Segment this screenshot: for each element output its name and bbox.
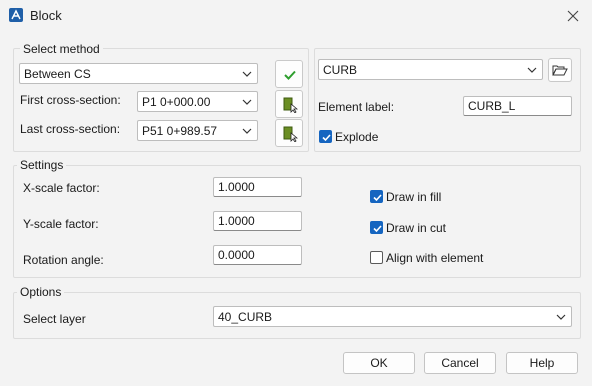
element-label-caption: Element label:	[318, 100, 395, 114]
last-cs-value: P51 0+989.57	[142, 124, 218, 138]
last-cs-label: Last cross-section:	[20, 122, 121, 136]
y-scale-input[interactable]	[214, 212, 301, 230]
help-button[interactable]: Help	[506, 352, 578, 374]
pick-section-icon	[283, 126, 298, 142]
window-title: Block	[30, 8, 62, 23]
settings-title: Settings	[17, 158, 67, 172]
checkmark-icon	[322, 134, 331, 142]
y-scale-label: Y-scale factor:	[23, 217, 99, 231]
ok-button[interactable]: OK	[343, 352, 415, 374]
align-with-element-label: Align with element	[386, 251, 484, 265]
close-button[interactable]	[560, 3, 586, 29]
checkmark-icon	[373, 194, 382, 202]
chevron-down-icon	[242, 128, 252, 134]
checkmark-icon	[284, 70, 296, 80]
rotation-label: Rotation angle:	[23, 253, 104, 267]
cancel-button[interactable]: Cancel	[424, 352, 496, 374]
x-scale-field[interactable]	[213, 177, 302, 197]
confirm-button[interactable]	[275, 60, 303, 88]
element-label-field[interactable]	[463, 96, 572, 116]
y-scale-field[interactable]	[213, 211, 302, 231]
element-combo[interactable]: CURB	[318, 59, 543, 80]
title-bar: Block	[0, 0, 592, 32]
layer-combo[interactable]: 40_CURB	[213, 306, 572, 327]
element-label-input[interactable]	[464, 97, 571, 115]
explode-checkbox[interactable]	[319, 130, 332, 143]
autocad-icon	[9, 8, 23, 22]
first-cs-combo[interactable]: P1 0+000.00	[137, 91, 258, 112]
first-cs-value: P1 0+000.00	[142, 95, 211, 109]
select-method-title: Select method	[20, 42, 103, 56]
pick-first-cs-button[interactable]	[275, 90, 303, 118]
folder-open-icon	[552, 65, 568, 76]
x-scale-label: X-scale factor:	[23, 181, 100, 195]
draw-in-cut-checkbox[interactable]	[370, 221, 383, 234]
close-icon	[567, 10, 579, 22]
draw-in-fill-label: Draw in fill	[386, 190, 442, 204]
draw-in-fill-checkbox[interactable]	[370, 190, 383, 203]
checkmark-icon	[373, 225, 382, 233]
layer-label: Select layer	[23, 312, 86, 326]
element-value: CURB	[323, 63, 358, 77]
pick-last-cs-button[interactable]	[275, 119, 303, 147]
rotation-input[interactable]	[214, 246, 301, 264]
rotation-field[interactable]	[213, 245, 302, 265]
pick-section-icon	[283, 97, 298, 113]
chevron-down-icon	[242, 71, 252, 77]
method-combo[interactable]: Between CS	[19, 63, 258, 84]
explode-label: Explode	[335, 130, 379, 144]
first-cs-label: First cross-section:	[20, 93, 121, 107]
method-value: Between CS	[24, 67, 91, 81]
last-cs-combo[interactable]: P51 0+989.57	[137, 120, 258, 141]
chevron-down-icon	[527, 67, 537, 73]
layer-value: 40_CURB	[218, 310, 273, 324]
options-title: Options	[17, 285, 65, 299]
browse-button[interactable]	[548, 58, 572, 82]
chevron-down-icon	[242, 99, 252, 105]
chevron-down-icon	[556, 314, 566, 320]
draw-in-cut-label: Draw in cut	[386, 221, 447, 235]
x-scale-input[interactable]	[214, 178, 301, 196]
align-with-element-checkbox[interactable]	[370, 251, 383, 264]
